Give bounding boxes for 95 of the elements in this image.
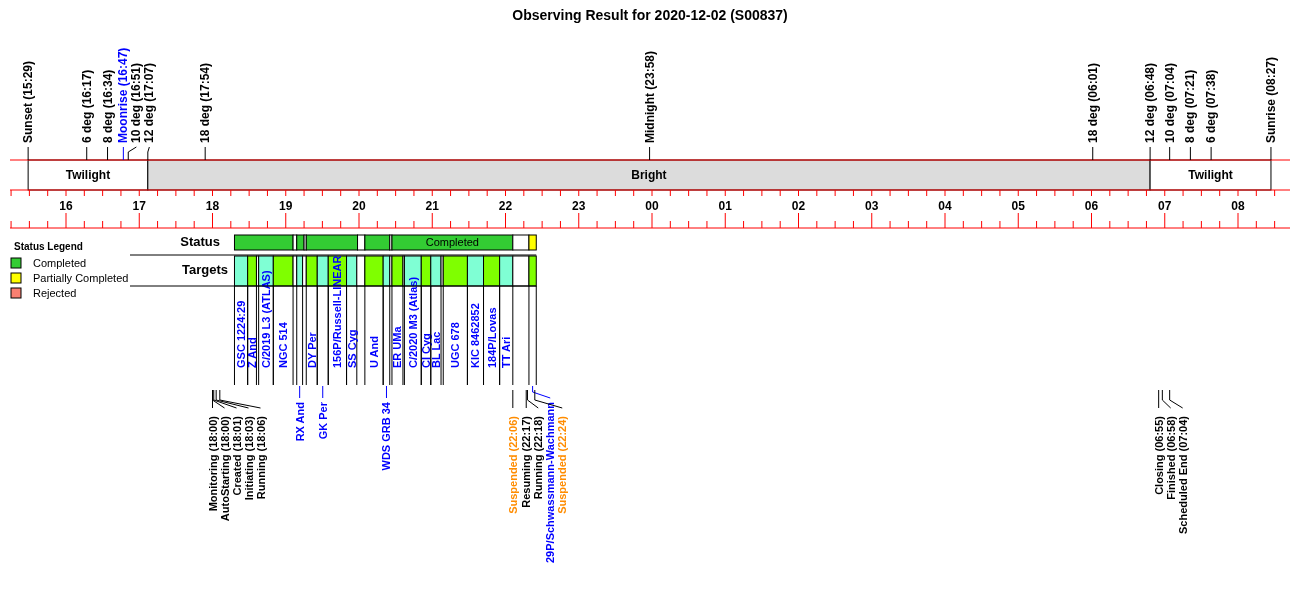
status-gap xyxy=(357,234,366,251)
leader-line xyxy=(147,146,150,161)
event-label: 10 deg (07:04) xyxy=(1162,62,1177,143)
target-label: Z And xyxy=(246,337,259,368)
target-label: GK Per xyxy=(316,402,329,440)
row-label: Status xyxy=(180,234,220,249)
event-label: Moonrise (16:47) xyxy=(116,47,131,143)
target-label: SS Cyg xyxy=(345,329,358,368)
hour-label: 06 xyxy=(1084,199,1099,213)
event-label: 12 deg (17:07) xyxy=(142,62,157,143)
event-label: Monitoring (18:00) xyxy=(206,416,219,512)
target-label: TT Ari xyxy=(500,336,513,368)
tick-mark xyxy=(122,146,124,161)
event-label: 18 deg (17:54) xyxy=(198,62,213,143)
target-label: U And xyxy=(368,336,380,368)
target-label: C/2020 M3 (Atlas) xyxy=(406,276,419,368)
hour-label: 18 xyxy=(205,199,220,213)
target-label: 29P/Schwassmann-Wachmann xyxy=(544,402,557,563)
tick-mark xyxy=(1210,146,1212,161)
hour-label: 08 xyxy=(1231,199,1245,213)
period-label: Twilight xyxy=(1188,168,1233,182)
target-label: ER UMa xyxy=(391,326,404,368)
status-gap xyxy=(303,234,307,251)
event-label: Midnight (23:58) xyxy=(642,51,657,143)
leader-line xyxy=(127,146,137,161)
status-gap xyxy=(512,234,530,251)
event-label: Running (22:18) xyxy=(532,416,545,500)
period-label: Bright xyxy=(631,168,667,182)
tick-mark xyxy=(1149,146,1151,161)
hour-label: 05 xyxy=(1011,199,1025,213)
tick-mark xyxy=(649,146,651,161)
target-label: NGC 514 xyxy=(277,322,290,368)
event-label: 18 deg (06:01) xyxy=(1085,62,1100,143)
event-label: Scheduled End (07:04) xyxy=(1176,416,1189,534)
legend-label: Completed xyxy=(33,257,87,269)
tick-mark xyxy=(27,146,29,161)
row-label: Targets xyxy=(182,262,228,277)
hour-label: 23 xyxy=(572,199,586,213)
event-label: 12 deg (06:48) xyxy=(1143,62,1158,143)
tick-mark xyxy=(1092,146,1094,161)
hour-label: 19 xyxy=(279,199,293,213)
event-label: 6 deg (07:38) xyxy=(1204,69,1219,143)
event-label: 8 deg (16:34) xyxy=(100,69,115,143)
leader-line xyxy=(322,385,324,399)
tick-mark xyxy=(204,146,206,161)
legend-label: Rejected xyxy=(33,287,77,299)
target-label: C/2019 L3 (ATLAS) xyxy=(259,270,272,368)
event-label: Sunset (15:29) xyxy=(21,60,36,143)
target-label: KIC 8462852 xyxy=(469,303,482,368)
event-label: Suspended (22:06) xyxy=(506,416,519,514)
target-label: RX And xyxy=(293,402,306,442)
period-label: Twilight xyxy=(65,168,111,182)
event-label: Running (18:06) xyxy=(254,416,267,500)
hour-label: 04 xyxy=(938,199,952,213)
tick-mark xyxy=(107,146,109,161)
status-label: Completed xyxy=(425,236,479,248)
event-label: 10 deg (16:51) xyxy=(129,62,144,143)
target-label: WDS GRB 34 xyxy=(380,402,393,471)
leader-line xyxy=(385,385,387,399)
hour-label: 01 xyxy=(718,199,732,213)
hour-label: 21 xyxy=(425,199,439,213)
chart-title: Observing Result for 2020-12-02 (S00837) xyxy=(512,7,788,23)
hour-label: 17 xyxy=(132,199,146,213)
target-label: 184P/Lovas xyxy=(485,307,498,368)
event-label: Initiating (18:03) xyxy=(242,416,255,501)
target-label: 156P/Russell-LINEAR xyxy=(331,255,344,368)
target-label: GSC 1224:29 xyxy=(235,300,248,368)
event-label: AutoStarting (18:00) xyxy=(218,416,231,522)
hour-label: 16 xyxy=(59,199,73,213)
event-label: Finished (06:58) xyxy=(1164,416,1177,500)
hour-label: 02 xyxy=(791,199,806,213)
legend-label: Partially Completed xyxy=(33,272,129,284)
event-label: Sunrise (08:27) xyxy=(1263,56,1278,143)
event-label: 6 deg (16:17) xyxy=(79,69,94,143)
event-label: Suspended (22:24) xyxy=(556,416,569,514)
leader-line xyxy=(1169,389,1184,409)
event-label: Closing (06:55) xyxy=(1152,416,1165,495)
tick-mark xyxy=(86,146,88,161)
event-label: Resuming (22:17) xyxy=(520,416,533,508)
hour-label: 00 xyxy=(645,199,659,213)
hour-label: 20 xyxy=(352,199,366,213)
status-gap xyxy=(292,234,298,251)
tick-mark xyxy=(1189,146,1191,161)
hour-label: 03 xyxy=(865,199,879,213)
event-label: 8 deg (07:21) xyxy=(1183,69,1198,143)
hour-label: 22 xyxy=(498,199,513,213)
event-label: Created (18:01) xyxy=(230,416,243,496)
target-label: DY Per xyxy=(305,332,318,368)
hour-label: 07 xyxy=(1158,199,1172,213)
tick-mark xyxy=(1270,146,1272,161)
tick-mark xyxy=(1169,146,1171,161)
leader-line xyxy=(512,389,514,409)
target-label: UGC 678 xyxy=(449,322,462,368)
legend-title: Status Legend xyxy=(14,241,83,252)
leader-line xyxy=(299,385,301,399)
